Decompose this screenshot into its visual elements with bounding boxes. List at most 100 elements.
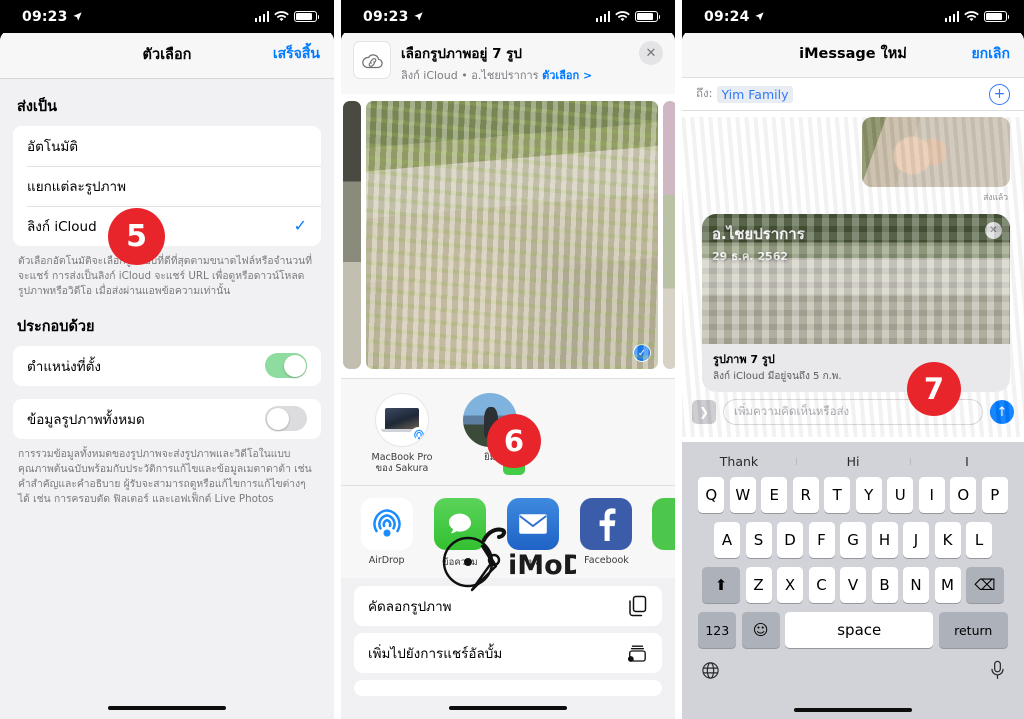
share-app-facebook[interactable]: Facebook bbox=[579, 497, 634, 570]
checkmark-circle-icon: ✓ bbox=[633, 344, 651, 362]
keyboard-row-1: Q W E R T Y U I O P bbox=[682, 477, 1024, 513]
key-h[interactable]: H bbox=[871, 522, 898, 558]
globe-icon[interactable] bbox=[701, 661, 720, 680]
cellular-bars-icon bbox=[254, 11, 269, 22]
numbers-key[interactable]: 123 bbox=[698, 612, 737, 648]
key-r[interactable]: R bbox=[792, 477, 819, 513]
status-left-2: 09:23 bbox=[363, 9, 424, 25]
done-button[interactable]: เสร็จสิ้น bbox=[273, 43, 320, 65]
messages-icon bbox=[433, 497, 486, 550]
badge-number: 6 bbox=[503, 424, 525, 458]
share-app-messages[interactable]: ข้อความ bbox=[432, 497, 487, 570]
home-indicator bbox=[108, 705, 226, 710]
recipient-field[interactable]: ถึง: Yim Family + bbox=[682, 77, 1024, 111]
send-as-option-individual[interactable]: แยกแต่ละรูปภาพ bbox=[13, 166, 321, 206]
key-y[interactable]: Y bbox=[855, 477, 882, 513]
key-b[interactable]: B bbox=[871, 567, 898, 603]
photo-thumb-selected[interactable]: ✓ bbox=[366, 101, 658, 369]
icloud-link-bubble[interactable]: อ.ไชยปราการ 29 ธ.ค. 2562 ✕ รูปภาพ 7 รูป … bbox=[702, 214, 1010, 392]
close-icon[interactable]: ✕ bbox=[985, 222, 1002, 239]
battery-icon bbox=[984, 11, 1010, 22]
all-photo-data-card: ข้อมูลรูปภาพทั้งหมด bbox=[13, 398, 321, 439]
key-q[interactable]: Q bbox=[698, 477, 725, 513]
location-toggle[interactable] bbox=[265, 353, 307, 379]
key-k[interactable]: K bbox=[934, 522, 961, 558]
key-n[interactable]: N bbox=[903, 567, 929, 603]
backspace-key[interactable]: ⌫ bbox=[966, 567, 1004, 603]
emoji-key[interactable]: ☺ bbox=[741, 612, 780, 648]
share-app-more[interactable] bbox=[652, 497, 675, 570]
send-as-option-icloud-link[interactable]: ลิงก์ iCloud ✓ bbox=[13, 206, 321, 246]
app-label: ข้อความ bbox=[442, 556, 478, 568]
key-j[interactable]: J bbox=[903, 522, 929, 558]
action-label: เพิ่มไปยังการแชร์อัลบั้ม bbox=[368, 645, 503, 662]
microphone-icon[interactable] bbox=[990, 660, 1005, 680]
airdrop-target-macbook[interactable]: MacBook Pro ของ Sakura bbox=[369, 392, 435, 476]
key-e[interactable]: E bbox=[761, 477, 788, 513]
shared-album-icon bbox=[627, 645, 646, 662]
cancel-button[interactable]: ยกเลิก bbox=[971, 43, 1010, 65]
send-as-option-automatic[interactable]: อัตโนมัติ bbox=[13, 126, 321, 166]
send-as-card: อัตโนมัติ แยกแต่ละรูปภาพ ลิงก์ iCloud ✓ bbox=[13, 126, 321, 246]
key-v[interactable]: V bbox=[840, 567, 866, 603]
key-a[interactable]: A bbox=[714, 522, 740, 558]
key-u[interactable]: U bbox=[887, 477, 914, 513]
keyboard-row-3: ⬆ Z X C V B N M ⌫ bbox=[682, 567, 1024, 603]
toggle-knob bbox=[283, 354, 306, 377]
app-label: Facebook bbox=[584, 554, 629, 566]
prediction-1[interactable]: Thank bbox=[682, 454, 796, 469]
key-d[interactable]: D bbox=[777, 522, 803, 558]
photo-thumb-next[interactable] bbox=[663, 101, 675, 369]
airdrop-glyph bbox=[372, 509, 401, 537]
close-icon[interactable]: ✕ bbox=[639, 41, 663, 65]
cellular-bars-icon bbox=[944, 11, 959, 22]
key-z[interactable]: Z bbox=[745, 567, 772, 603]
icloud-link-icon bbox=[353, 41, 391, 79]
includes-row-location[interactable]: ตำแหน่งที่ตั้ง bbox=[13, 346, 321, 386]
app-label: AirDrop bbox=[368, 554, 405, 566]
status-time: 09:23 bbox=[363, 8, 409, 25]
panel-gap-2 bbox=[675, 0, 682, 719]
page-title: iMessage ใหม่ bbox=[799, 46, 907, 62]
return-key[interactable]: return bbox=[938, 612, 1008, 648]
sent-photo-bubble[interactable] bbox=[862, 117, 1010, 187]
includes-row-all-photos-data[interactable]: ข้อมูลรูปภาพทั้งหมด bbox=[13, 399, 321, 439]
action-add-to-shared-album[interactable]: เพิ่มไปยังการแชร์อัลบั้ม bbox=[354, 632, 662, 673]
key-g[interactable]: G bbox=[840, 522, 866, 558]
photo-thumb-previous[interactable] bbox=[343, 101, 361, 369]
bubble-overlay-title: อ.ไชยปราการ bbox=[712, 225, 805, 243]
share-title: เลือกรูปภาพอยู่ 7 รูป bbox=[401, 46, 522, 62]
key-f[interactable]: F bbox=[808, 522, 835, 558]
keyboard-row-4: 123 ☺ space return bbox=[682, 612, 1024, 648]
prediction-2[interactable]: Hi bbox=[796, 454, 910, 469]
key-x[interactable]: X bbox=[777, 567, 803, 603]
key-p[interactable]: P bbox=[981, 477, 1008, 513]
checkmark-icon: ✓ bbox=[293, 216, 307, 235]
key-l[interactable]: L bbox=[966, 522, 992, 558]
airdrop-icon bbox=[360, 497, 413, 550]
phone-panel-1-share-options: 09:23 ตัวเลือก เสร็จสิ้น ส่งเป็น อัตโนมั… bbox=[0, 0, 334, 719]
imessage-sheet: iMessage ใหม่ ยกเลิก ถึง: Yim Family + ส… bbox=[682, 30, 1024, 719]
space-key[interactable]: space bbox=[785, 612, 934, 648]
action-copy-photos[interactable]: คัดลอกรูปภาพ bbox=[354, 585, 662, 626]
key-t[interactable]: T bbox=[824, 477, 851, 513]
share-apps-row: AirDrop ข้อความ เมล Facebook bbox=[341, 485, 675, 578]
prediction-3[interactable]: I bbox=[910, 454, 1024, 469]
battery-icon bbox=[635, 11, 661, 22]
all-photo-data-toggle[interactable] bbox=[265, 406, 307, 432]
step-badge-6: 6 bbox=[487, 414, 541, 468]
plus-circle-icon[interactable]: + bbox=[989, 83, 1010, 105]
share-app-mail[interactable]: เมล bbox=[506, 497, 561, 570]
send-as-header: ส่งเป็น bbox=[17, 99, 58, 115]
key-c[interactable]: C bbox=[808, 567, 835, 603]
share-app-airdrop[interactable]: AirDrop bbox=[359, 497, 414, 570]
key-w[interactable]: W bbox=[729, 477, 756, 513]
key-s[interactable]: S bbox=[745, 522, 772, 558]
key-m[interactable]: M bbox=[934, 567, 961, 603]
share-options-link[interactable]: ตัวเลือก > bbox=[542, 69, 592, 82]
key-o[interactable]: O bbox=[950, 477, 977, 513]
key-i[interactable]: I bbox=[918, 477, 945, 513]
shift-key[interactable]: ⬆ bbox=[702, 567, 740, 603]
action-next-partial[interactable] bbox=[354, 679, 662, 696]
recipient-chip[interactable]: Yim Family bbox=[717, 85, 793, 103]
